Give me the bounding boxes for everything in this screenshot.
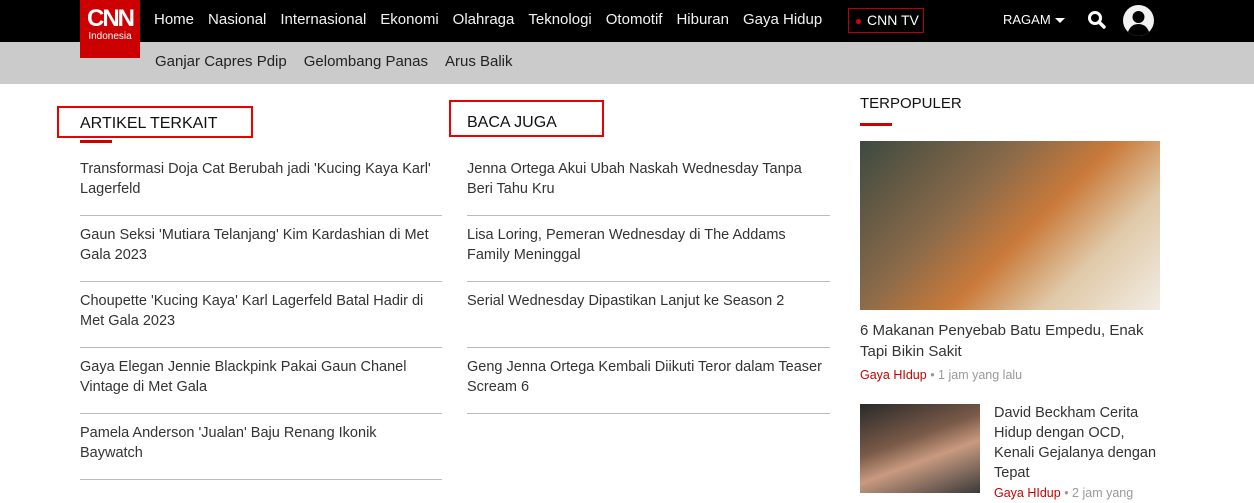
cnn-tv-button[interactable]: CNN TV (848, 8, 924, 33)
main-nav: Home Nasional Internasional Ekonomi Olah… (154, 11, 822, 28)
trending-links: Ganjar Capres Pdip Gelombang Panas Arus … (155, 53, 513, 70)
list-item[interactable]: Geng Jenna Ortega Kembali Diikuti Teror … (467, 348, 830, 414)
nav-ekonomi[interactable]: Ekonomi (380, 11, 438, 28)
nav-gaya-hidup[interactable]: Gaya Hidup (743, 11, 822, 28)
list-item[interactable]: Pamela Anderson 'Jualan' Baju Renang Iko… (80, 414, 442, 480)
nav-otomotif[interactable]: Otomotif (606, 11, 663, 28)
baca-juga-list: Jenna Ortega Akui Ubah Naskah Wednesday … (467, 150, 830, 414)
section-underline (80, 140, 112, 143)
nav-olahraga[interactable]: Olahraga (453, 11, 515, 28)
nav-teknologi[interactable]: Teknologi (528, 11, 591, 28)
list-item[interactable]: Choupette 'Kucing Kaya' Karl Lagerfeld B… (80, 282, 442, 348)
list-item[interactable]: Transformasi Doja Cat Berubah jadi 'Kuci… (80, 150, 442, 216)
popular-item[interactable]: David Beckham Cerita Hidup dengan OCD, K… (994, 403, 1164, 503)
list-item[interactable]: Gaun Seksi 'Mutiara Telanjang' Kim Karda… (80, 216, 442, 282)
baca-juga-title: BACA JUGA (449, 100, 604, 137)
trending-link[interactable]: Ganjar Capres Pdip (155, 53, 287, 70)
trending-link[interactable]: Gelombang Panas (304, 53, 428, 70)
terpopuler-title: TERPOPULER (860, 95, 962, 112)
artikel-terkait-title: ARTIKEL TERKAIT (57, 106, 253, 138)
nav-home[interactable]: Home (154, 11, 194, 28)
search-icon[interactable] (1087, 10, 1107, 35)
nav-nasional[interactable]: Nasional (208, 11, 266, 28)
pizza-image[interactable] (860, 141, 1160, 310)
popular-item[interactable]: 6 Makanan Penyebab Batu Empedu, Enak Tap… (860, 320, 1160, 386)
nav-internasional[interactable]: Internasional (280, 11, 366, 28)
artikel-terkait-list: Transformasi Doja Cat Berubah jadi 'Kuci… (80, 150, 442, 480)
list-item[interactable]: Serial Wednesday Dipastikan Lanjut ke Se… (467, 282, 830, 348)
user-avatar-icon[interactable] (1123, 5, 1154, 36)
ragam-dropdown[interactable]: RAGAM (1003, 12, 1065, 27)
list-item[interactable]: Lisa Loring, Pemeran Wednesday di The Ad… (467, 216, 830, 282)
nav-hiburan[interactable]: Hiburan (676, 11, 729, 28)
david-beckham-image[interactable] (860, 404, 980, 493)
cnn-indonesia-logo[interactable]: CNN Indonesia (80, 0, 140, 58)
list-item[interactable]: Jenna Ortega Akui Ubah Naskah Wednesday … (467, 150, 830, 216)
trending-link[interactable]: Arus Balik (445, 53, 513, 70)
section-underline (860, 123, 892, 126)
caret-down-icon (1054, 18, 1065, 24)
list-item[interactable]: Gaya Elegan Jennie Blackpink Pakai Gaun … (80, 348, 442, 414)
